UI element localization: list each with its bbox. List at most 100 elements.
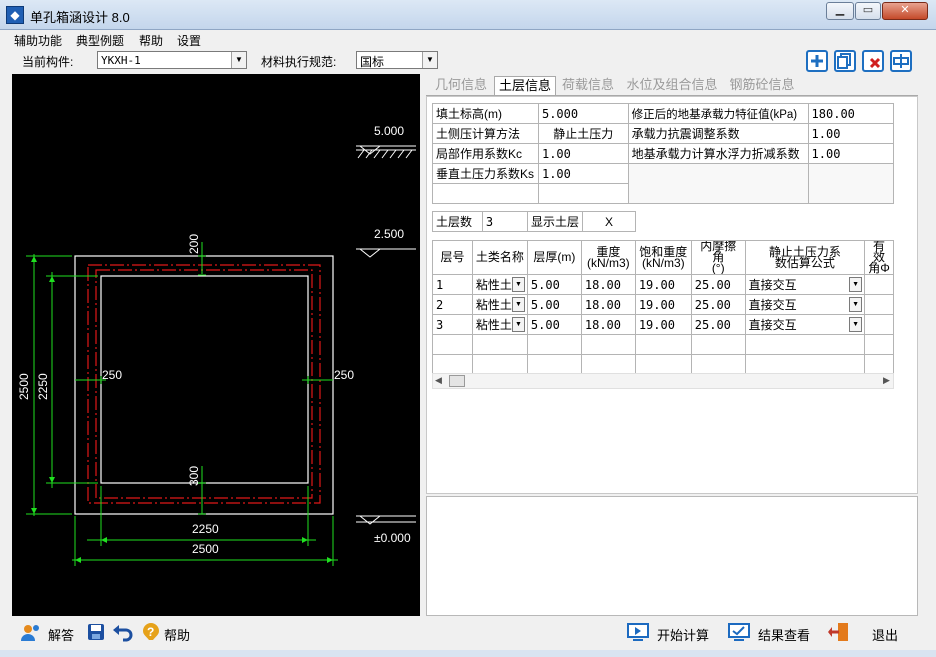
- view-results-icon[interactable]: [728, 622, 750, 642]
- elevation-top-text: 5.000: [374, 124, 404, 138]
- component-value: YKXH-1: [101, 54, 141, 67]
- dim-right-wall-text: 250: [334, 368, 354, 382]
- formula-value: 直接交互: [748, 278, 797, 292]
- help-icon[interactable]: ?: [142, 622, 164, 642]
- friction-angle-cell[interactable]: 25.00: [690, 314, 746, 335]
- chevron-down-icon[interactable]: ▼: [422, 52, 437, 68]
- vertical-coef-input[interactable]: 1.00: [537, 163, 629, 184]
- undo-icon[interactable]: [112, 622, 134, 642]
- col-header-soil-type: 土类名称: [471, 240, 528, 275]
- empty-cell: [580, 354, 636, 375]
- scroll-left-icon[interactable]: ◀: [435, 375, 442, 386]
- chevron-down-icon[interactable]: ▼: [849, 277, 863, 292]
- maximize-button[interactable]: ▭: [855, 2, 881, 20]
- tab-reinforcement[interactable]: 钢筋砼信息: [726, 76, 798, 95]
- soil-type-select[interactable]: 粘性土 ▼: [471, 294, 528, 315]
- params-table: 填土标高(m) 5.000 修正后的地基承载力特征值(kPa) 180.00 土…: [432, 103, 895, 204]
- formula-select[interactable]: 直接交互 ▼: [744, 294, 866, 315]
- buoyancy-label: 地基承载力计算水浮力折减系数: [627, 143, 809, 164]
- saturated-weight-cell[interactable]: 19.00: [634, 274, 692, 295]
- show-layer-toggle[interactable]: X: [582, 211, 636, 232]
- unit-weight-cell[interactable]: 18.00: [580, 294, 636, 315]
- thickness-cell[interactable]: 5.00: [526, 274, 582, 295]
- effective-angle-cell[interactable]: [864, 294, 894, 315]
- col-header-layer-no: 层号: [432, 240, 473, 275]
- exit-button[interactable]: 退出: [872, 625, 898, 644]
- table-row: [432, 334, 894, 355]
- empty-cell: [807, 163, 895, 204]
- help-button[interactable]: 帮助: [164, 625, 190, 644]
- empty-cell: [432, 354, 473, 375]
- col-header-saturated-weight: 饱和重度 (kN/m3): [634, 240, 692, 275]
- user-answer-icon[interactable]: [20, 622, 42, 642]
- output-text-area[interactable]: [426, 496, 918, 616]
- soil-type-select[interactable]: 粘性土 ▼: [471, 314, 528, 335]
- window-title: 单孔箱涵设计 8.0: [30, 10, 130, 25]
- soil-type-select[interactable]: 粘性土 ▼: [471, 274, 528, 295]
- col-header-effective-angle: 有效 角Φ: [864, 240, 894, 275]
- menu-examples[interactable]: 典型例题: [76, 32, 124, 49]
- formula-value: 直接交互: [748, 298, 797, 312]
- buoyancy-input[interactable]: 1.00: [807, 143, 895, 164]
- component-select[interactable]: YKXH-1 ▼: [97, 51, 247, 69]
- chevron-down-icon[interactable]: ▼: [511, 297, 525, 312]
- thickness-cell[interactable]: 5.00: [526, 314, 582, 335]
- menu-settings[interactable]: 设置: [177, 32, 201, 49]
- local-coef-input[interactable]: 1.00: [537, 143, 629, 164]
- horizontal-scrollbar[interactable]: ◀ ▶: [432, 373, 894, 389]
- saturated-weight-cell[interactable]: 19.00: [634, 294, 692, 315]
- rename-component-icon[interactable]: [890, 50, 912, 72]
- chevron-down-icon[interactable]: ▼: [511, 277, 525, 292]
- formula-select[interactable]: 直接交互 ▼: [744, 314, 866, 335]
- friction-angle-cell[interactable]: 25.00: [690, 274, 746, 295]
- thickness-cell[interactable]: 5.00: [526, 294, 582, 315]
- copy-component-icon[interactable]: [834, 50, 856, 72]
- minimize-button[interactable]: ▁: [826, 2, 854, 20]
- layer-count-input[interactable]: 3: [481, 211, 528, 232]
- lateral-method-select[interactable]: 静止土压力: [537, 123, 629, 144]
- exit-icon[interactable]: [828, 622, 850, 642]
- tab-soil[interactable]: 土层信息: [494, 76, 556, 95]
- effective-angle-cell[interactable]: [864, 314, 894, 335]
- dim-top-wall-text: 200: [187, 234, 201, 254]
- start-calculation-button[interactable]: 开始计算: [657, 625, 709, 644]
- empty-cell: [537, 183, 629, 204]
- chevron-down-icon[interactable]: ▼: [849, 317, 863, 332]
- drawing-canvas[interactable]: 5.000 2.500 ±0.000 200 300 250 250 2250 …: [12, 74, 420, 616]
- saturated-weight-cell[interactable]: 19.00: [634, 314, 692, 335]
- bearing-input[interactable]: 180.00: [807, 103, 895, 124]
- empty-cell: [864, 334, 894, 355]
- code-select[interactable]: 国标 ▼: [356, 51, 438, 69]
- formula-select[interactable]: 直接交互 ▼: [744, 274, 866, 295]
- effective-angle-cell[interactable]: [864, 274, 894, 295]
- code-value: 国标: [360, 55, 385, 69]
- chevron-down-icon[interactable]: ▼: [231, 52, 246, 68]
- tab-water-combination[interactable]: 水位及组合信息: [622, 76, 722, 95]
- close-button[interactable]: ✕: [882, 2, 928, 20]
- empty-cell: [432, 334, 473, 355]
- seismic-input[interactable]: 1.00: [807, 123, 895, 144]
- start-calculation-icon[interactable]: [627, 622, 649, 642]
- chevron-down-icon[interactable]: ▼: [849, 297, 863, 312]
- tab-load[interactable]: 荷载信息: [558, 76, 618, 95]
- unit-weight-cell[interactable]: 18.00: [580, 274, 636, 295]
- fill-elev-input[interactable]: 5.000: [537, 103, 629, 124]
- scroll-thumb[interactable]: [449, 375, 465, 387]
- delete-component-icon[interactable]: [862, 50, 884, 72]
- empty-cell: [744, 354, 866, 375]
- add-component-icon[interactable]: [806, 50, 828, 72]
- scroll-right-icon[interactable]: ▶: [883, 375, 890, 386]
- view-results-button[interactable]: 结果查看: [758, 625, 810, 644]
- code-label: 材料执行规范:: [261, 55, 337, 69]
- chevron-down-icon[interactable]: ▼: [511, 317, 525, 332]
- unit-weight-cell[interactable]: 18.00: [580, 314, 636, 335]
- col-header-pressure-formula: 静止土压力系 数估算公式: [744, 240, 866, 275]
- save-icon[interactable]: [86, 622, 108, 642]
- dim-inner-height-text: 2250: [36, 373, 50, 400]
- menu-help[interactable]: 帮助: [139, 32, 163, 49]
- friction-angle-cell[interactable]: 25.00: [690, 294, 746, 315]
- answer-button[interactable]: 解答: [48, 625, 74, 644]
- empty-cell: [690, 354, 746, 375]
- tab-geometry[interactable]: 几何信息: [430, 76, 492, 95]
- menu-auxiliary[interactable]: 辅助功能: [14, 32, 62, 49]
